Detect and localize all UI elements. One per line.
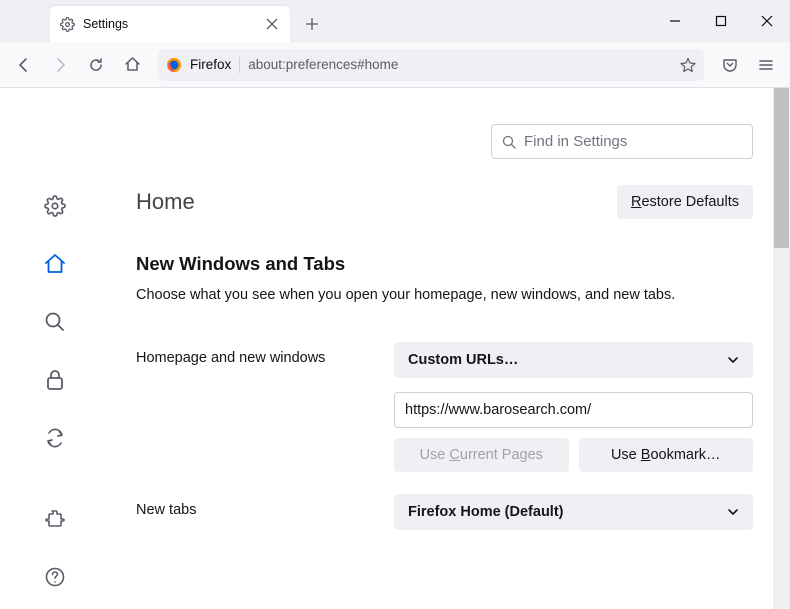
scrollbar-track[interactable] (773, 88, 790, 609)
content-area: Home Restore Defaults New Windows and Ta… (0, 88, 790, 609)
sidebar-item-search[interactable] (37, 304, 73, 340)
chevron-down-icon (727, 354, 739, 366)
firefox-icon (166, 57, 182, 73)
use-bookmark-button[interactable]: Use Bookmark… (579, 438, 754, 472)
app-menu-button[interactable] (750, 49, 782, 81)
section-description: Choose what you see when you open your h… (136, 285, 753, 306)
newtabs-select-value: Firefox Home (Default) (408, 504, 564, 520)
url-separator (239, 57, 240, 73)
browser-tab[interactable]: Settings (50, 6, 290, 42)
page-title: Home (136, 189, 195, 215)
url-brand: Firefox (190, 57, 231, 72)
pocket-button[interactable] (714, 49, 746, 81)
tab-title: Settings (83, 17, 256, 31)
sidebar-item-general[interactable] (37, 188, 73, 224)
homepage-url-input[interactable] (394, 392, 753, 428)
homepage-label: Homepage and new windows (136, 342, 374, 366)
reload-button[interactable] (80, 49, 112, 81)
maximize-button[interactable] (698, 6, 744, 36)
search-icon (502, 135, 516, 149)
toolbar: Firefox about:preferences#home (0, 42, 790, 88)
restore-defaults-button[interactable]: Restore Defaults (617, 185, 753, 219)
search-input[interactable] (524, 133, 742, 150)
url-path: about:preferences#home (248, 57, 672, 72)
main-content: Home Restore Defaults New Windows and Ta… (110, 88, 773, 609)
new-tab-button[interactable] (298, 10, 326, 38)
close-icon[interactable] (264, 16, 280, 32)
home-button[interactable] (116, 49, 148, 81)
sidebar-item-help[interactable] (37, 559, 73, 595)
window-controls (652, 0, 790, 42)
homepage-select-value: Custom URLs… (408, 352, 518, 368)
newtabs-label: New tabs (136, 494, 374, 518)
back-button[interactable] (8, 49, 40, 81)
sidebar-item-sync[interactable] (37, 420, 73, 456)
sidebar-item-privacy[interactable] (37, 362, 73, 398)
sidebar-item-extensions[interactable] (37, 501, 73, 537)
search-settings-box[interactable] (491, 124, 753, 159)
use-current-pages-button[interactable]: Use Current Pages (394, 438, 569, 472)
close-window-button[interactable] (744, 6, 790, 36)
bookmark-star-icon[interactable] (680, 57, 696, 73)
newtabs-select[interactable]: Firefox Home (Default) (394, 494, 753, 530)
minimize-button[interactable] (652, 6, 698, 36)
url-bar[interactable]: Firefox about:preferences#home (158, 49, 704, 81)
forward-button[interactable] (44, 49, 76, 81)
homepage-select[interactable]: Custom URLs… (394, 342, 753, 378)
scrollbar-thumb[interactable] (774, 88, 789, 248)
titlebar: Settings (0, 0, 790, 42)
gear-icon (60, 17, 75, 32)
chevron-down-icon (727, 506, 739, 518)
sidebar (0, 88, 110, 609)
section-title: New Windows and Tabs (136, 253, 753, 275)
sidebar-item-home[interactable] (37, 246, 73, 282)
